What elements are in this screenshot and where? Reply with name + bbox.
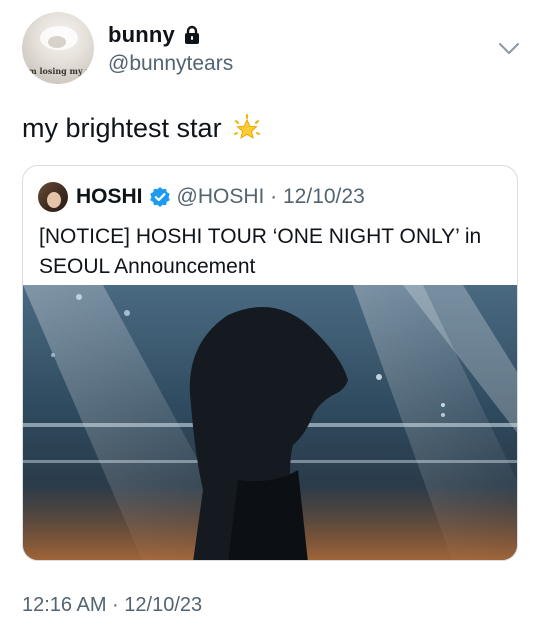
quoted-media-image[interactable] bbox=[23, 285, 517, 560]
tweet-text: my brightest star bbox=[22, 113, 222, 143]
tweet-body: my brightest star bbox=[22, 113, 262, 144]
avatar[interactable]: I'm losing my mind bbox=[22, 12, 94, 84]
quoted-tweet-card[interactable]: HOSHI @HOSHI · 12/10/23 [NOTICE] HOSHI T… bbox=[22, 165, 518, 561]
quoted-avatar-face bbox=[47, 192, 61, 208]
quoted-handle-date[interactable]: @HOSHI · 12/10/23 bbox=[177, 185, 365, 209]
display-name[interactable]: bunny bbox=[108, 22, 175, 48]
chevron-down-icon[interactable] bbox=[498, 42, 520, 56]
quoted-text: [NOTICE] HOSHI TOUR ‘ONE NIGHT ONLY’ in … bbox=[39, 225, 482, 278]
tweet-timestamp[interactable]: 12:16 AM · 12/10/23 bbox=[22, 594, 202, 617]
avatar-shadow bbox=[48, 36, 66, 48]
quoted-header: HOSHI @HOSHI · 12/10/23 bbox=[38, 182, 365, 212]
quoted-avatar[interactable] bbox=[38, 182, 68, 212]
glowing-star-icon bbox=[233, 113, 260, 139]
concert-photo bbox=[23, 285, 517, 560]
handle[interactable]: @bunnytears bbox=[108, 52, 233, 76]
verified-badge-icon bbox=[149, 187, 170, 207]
name-row: bunny bbox=[108, 22, 202, 48]
avatar-caption: I'm losing my mind bbox=[22, 66, 94, 76]
lock-icon bbox=[185, 25, 199, 44]
tweet-header: I'm losing my mind bunny @bunnytears bbox=[22, 12, 522, 88]
quoted-name[interactable]: HOSHI bbox=[76, 185, 143, 209]
